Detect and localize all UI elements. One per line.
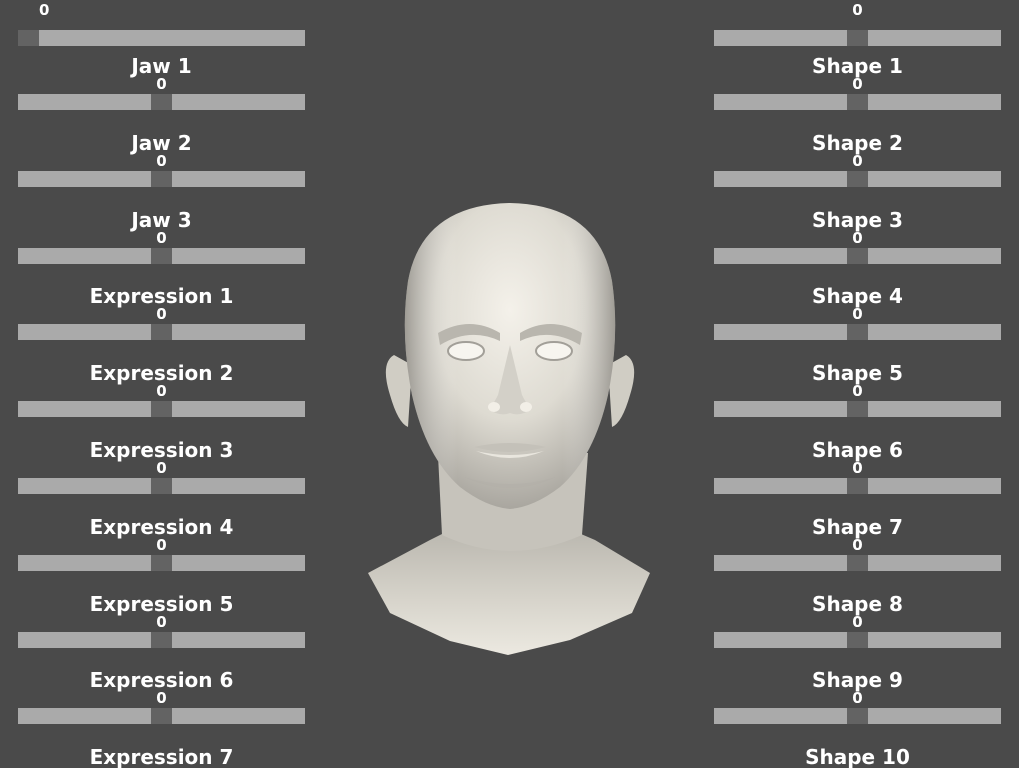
slider[interactable] xyxy=(18,708,305,725)
slider[interactable] xyxy=(714,708,1001,725)
slider-value: 0 xyxy=(156,689,167,708)
slider-thumb[interactable] xyxy=(847,554,868,571)
slider-thumb[interactable] xyxy=(847,170,868,187)
slider-value: 0 xyxy=(852,75,863,93)
slider-thumb[interactable] xyxy=(151,247,172,264)
slider-thumb[interactable] xyxy=(847,247,868,264)
slider[interactable] xyxy=(18,247,305,264)
slider-thumb[interactable] xyxy=(151,478,172,494)
slider-thumb[interactable] xyxy=(847,478,868,494)
slider-value: 0 xyxy=(156,459,167,477)
slider-value: 0 xyxy=(852,382,863,401)
slider[interactable] xyxy=(714,247,1001,264)
slider[interactable] xyxy=(18,170,305,187)
slider-thumb[interactable] xyxy=(151,94,172,110)
slider[interactable] xyxy=(714,631,1001,648)
slider[interactable] xyxy=(18,94,305,110)
slider[interactable] xyxy=(714,30,1001,46)
slider-thumb[interactable] xyxy=(847,401,868,418)
slider-thumb[interactable] xyxy=(151,401,172,418)
slider-thumb[interactable] xyxy=(151,170,172,187)
slider-thumb[interactable] xyxy=(847,30,868,46)
slider[interactable] xyxy=(18,478,305,494)
slider-value: 0 xyxy=(852,151,863,170)
slider-value: 0 xyxy=(852,689,863,708)
slider[interactable] xyxy=(18,554,305,571)
slider-value: 0 xyxy=(156,228,167,247)
slider[interactable] xyxy=(714,554,1001,571)
slider[interactable] xyxy=(18,30,305,46)
slider-value: 0 xyxy=(852,305,863,324)
slider[interactable] xyxy=(714,170,1001,187)
slider[interactable] xyxy=(18,324,305,341)
slider[interactable] xyxy=(714,324,1001,341)
slider-thumb[interactable] xyxy=(847,324,868,341)
slider-value: 0 xyxy=(156,151,167,170)
slider-value: 0 xyxy=(156,75,167,93)
slider-thumb[interactable] xyxy=(18,30,39,46)
slider-value: 0 xyxy=(156,382,167,401)
slider[interactable] xyxy=(714,94,1001,110)
slider-thumb[interactable] xyxy=(847,708,868,725)
slider-thumb[interactable] xyxy=(151,324,172,341)
slider[interactable] xyxy=(18,401,305,418)
slider-value: 0 xyxy=(156,305,167,324)
slider[interactable] xyxy=(714,401,1001,418)
slider-value: 0 xyxy=(156,612,167,631)
viewer-window: 0 Jaw 1 0 Jaw 2 0 Jaw 3 0 Expression 1 0 Express… xyxy=(0,0,1019,768)
slider-label: Shape 10 xyxy=(805,745,910,768)
slider[interactable] xyxy=(714,478,1001,494)
slider-thumb[interactable] xyxy=(151,631,172,648)
slider-value: 0 xyxy=(852,228,863,247)
slider-value: 0 xyxy=(852,535,863,554)
slider-thumb[interactable] xyxy=(847,631,868,648)
slider-value: 0 xyxy=(852,459,863,477)
slider-value: 0 xyxy=(852,1,863,19)
slider-thumb[interactable] xyxy=(151,554,172,571)
slider-value: 0 xyxy=(39,1,50,19)
head-mesh-render[interactable] xyxy=(360,195,660,665)
slider[interactable] xyxy=(18,631,305,648)
slider-label: Expression 7 xyxy=(89,745,234,768)
slider-thumb[interactable] xyxy=(847,94,868,110)
slider-value: 0 xyxy=(852,612,863,631)
slider-value: 0 xyxy=(156,535,167,554)
slider-thumb[interactable] xyxy=(151,708,172,725)
